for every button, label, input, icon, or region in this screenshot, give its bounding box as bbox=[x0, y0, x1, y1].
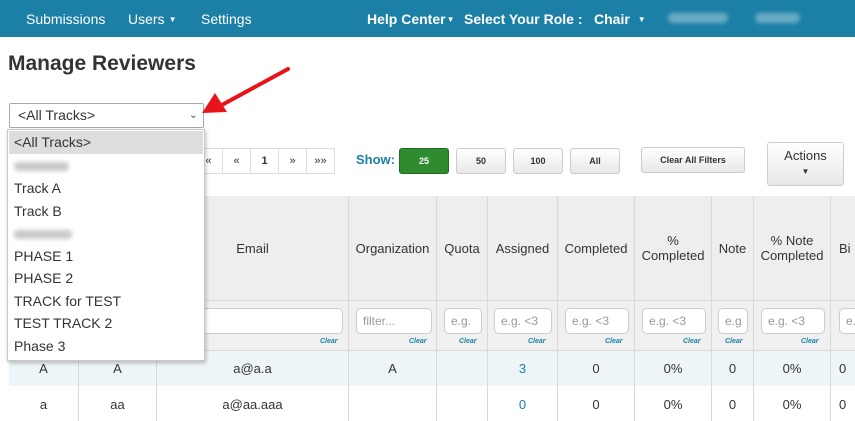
column-header-bio[interactable]: Bi bbox=[831, 196, 855, 300]
track-option-track-b[interactable]: Track B bbox=[8, 200, 204, 223]
cell-bio: 0 bbox=[831, 386, 855, 421]
cell-assigned-link[interactable]: 3 bbox=[488, 350, 558, 386]
track-select-value: <All Tracks> bbox=[18, 107, 96, 123]
pct-completed-clear-link[interactable]: Clear bbox=[683, 338, 701, 345]
redacted-track-name bbox=[14, 162, 69, 172]
cell-quota bbox=[437, 350, 488, 386]
show-all-button[interactable]: All bbox=[570, 148, 620, 174]
role-dropdown[interactable]: Chair ▼ bbox=[594, 11, 646, 27]
completed-clear-link[interactable]: Clear bbox=[605, 338, 623, 345]
show-25-button[interactable]: 25 bbox=[399, 148, 449, 174]
track-option-phase-2[interactable]: PHASE 2 bbox=[8, 267, 204, 290]
select-role-label: Select Your Role : bbox=[464, 11, 583, 27]
column-header-organization[interactable]: Organization bbox=[349, 196, 437, 300]
nav-settings[interactable]: Settings bbox=[201, 11, 252, 27]
last-page-button[interactable]: »» bbox=[306, 148, 335, 174]
cell-first-name: a bbox=[9, 386, 79, 421]
track-option-phase-3[interactable]: Phase 3 bbox=[8, 335, 204, 358]
caret-down-icon: ▼ bbox=[446, 15, 455, 24]
actions-label: Actions bbox=[784, 148, 827, 163]
column-header-assigned[interactable]: Assigned bbox=[488, 196, 558, 300]
assigned-filter-input[interactable]: e.g. <3 bbox=[494, 308, 552, 334]
cell-bio: 0 bbox=[831, 350, 855, 386]
column-header-pct-completed[interactable]: % Completed bbox=[635, 196, 712, 300]
nav-help-center-label: Help Center bbox=[367, 11, 446, 27]
top-nav-bar: Submissions Users ▼ Settings Help Center▼… bbox=[0, 0, 855, 37]
cell-quota bbox=[437, 386, 488, 421]
show-50-button[interactable]: 50 bbox=[456, 148, 506, 174]
quota-clear-link[interactable]: Clear bbox=[459, 338, 477, 345]
organization-clear-link[interactable]: Clear bbox=[409, 338, 427, 345]
column-header-completed[interactable]: Completed bbox=[558, 196, 635, 300]
nav-submissions[interactable]: Submissions bbox=[26, 11, 105, 27]
column-header-quota[interactable]: Quota bbox=[437, 196, 488, 300]
blurred-user-name[interactable] bbox=[668, 13, 728, 23]
prev-page-button[interactable]: « bbox=[222, 148, 251, 174]
chevron-down-icon: ⌄ bbox=[188, 109, 198, 121]
nav-users[interactable]: Users ▼ bbox=[128, 11, 176, 27]
quota-filter-input[interactable]: e.g. bbox=[444, 308, 482, 334]
bio-filter-input[interactable]: e.g bbox=[839, 308, 855, 334]
pct-completed-filter-input[interactable]: e.g. <3 bbox=[642, 308, 706, 334]
cell-assigned-link[interactable]: 0 bbox=[488, 386, 558, 421]
pct-note-clear-link[interactable]: Clear bbox=[801, 338, 819, 345]
nav-help-center[interactable]: Help Center▼ bbox=[367, 11, 455, 27]
cell-pct-note: 0% bbox=[754, 350, 831, 386]
note-clear-link[interactable]: Clear bbox=[725, 338, 743, 345]
track-option-track-a[interactable]: Track A bbox=[8, 177, 204, 200]
table-row[interactable]: a aa a@aa.aaa 0 0 0% 0 0% 0 bbox=[9, 386, 855, 421]
assigned-clear-link[interactable]: Clear bbox=[528, 338, 546, 345]
pct-note-filter-input[interactable]: e.g. <3 bbox=[761, 308, 825, 334]
completed-filter-input[interactable]: e.g. <3 bbox=[565, 308, 629, 334]
track-option-test-track-2[interactable]: TEST TRACK 2 bbox=[8, 312, 204, 335]
cell-completed: 0 bbox=[558, 386, 635, 421]
cell-email: a@aa.aaa bbox=[157, 386, 349, 421]
cell-pct-note: 0% bbox=[754, 386, 831, 421]
cell-organization bbox=[349, 386, 437, 421]
current-page-button[interactable]: 1 bbox=[250, 148, 279, 174]
cell-completed: 0 bbox=[558, 350, 635, 386]
pagination: « « 1 » »» bbox=[194, 148, 335, 174]
page-title: Manage Reviewers bbox=[8, 52, 196, 75]
redacted-track-name bbox=[14, 229, 72, 239]
clear-all-filters-button[interactable]: Clear All Filters bbox=[641, 147, 745, 173]
role-dropdown-label: Chair bbox=[594, 11, 630, 27]
caret-down-icon: ▼ bbox=[637, 15, 646, 24]
cell-note: 0 bbox=[712, 386, 754, 421]
track-option-redacted[interactable] bbox=[8, 222, 204, 245]
show-100-button[interactable]: 100 bbox=[513, 148, 563, 174]
note-filter-input[interactable]: e.g bbox=[718, 308, 748, 334]
track-select[interactable]: <All Tracks> ⌄ bbox=[9, 103, 204, 128]
caret-down-icon: ▼ bbox=[801, 167, 810, 176]
column-header-note[interactable]: Note bbox=[712, 196, 754, 300]
cell-last-name: aa bbox=[79, 386, 157, 421]
email-clear-link[interactable]: Clear bbox=[320, 338, 338, 345]
track-dropdown-list: <All Tracks> Track A Track B PHASE 1 PHA… bbox=[7, 129, 205, 361]
caret-down-icon: ▼ bbox=[168, 15, 177, 24]
track-option-track-for-test[interactable]: TRACK for TEST bbox=[8, 290, 204, 313]
blurred-logout-link[interactable] bbox=[755, 13, 800, 23]
cell-organization: A bbox=[349, 350, 437, 386]
nav-users-label: Users bbox=[128, 11, 165, 27]
red-arrow-annotation bbox=[202, 67, 290, 113]
cell-pct-completed: 0% bbox=[635, 350, 712, 386]
cell-pct-completed: 0% bbox=[635, 386, 712, 421]
show-label: Show: bbox=[356, 152, 395, 167]
actions-button[interactable]: Actions ▼ bbox=[767, 142, 844, 186]
track-option-phase-1[interactable]: PHASE 1 bbox=[8, 245, 204, 268]
track-option-all[interactable]: <All Tracks> bbox=[9, 131, 203, 154]
cell-note: 0 bbox=[712, 350, 754, 386]
organization-filter-input[interactable]: filter... bbox=[356, 308, 432, 334]
next-page-button[interactable]: » bbox=[278, 148, 307, 174]
track-option-redacted[interactable] bbox=[8, 155, 204, 178]
column-header-pct-note-completed[interactable]: % Note Completed bbox=[754, 196, 831, 300]
